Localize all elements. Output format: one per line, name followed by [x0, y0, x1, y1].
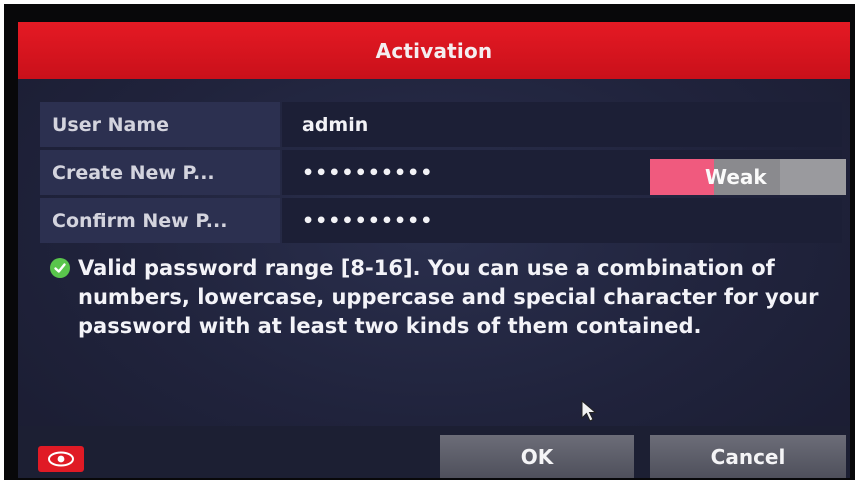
ok-button[interactable]: OK	[440, 435, 634, 478]
cancel-button[interactable]: Cancel	[650, 435, 846, 478]
confirm-password-label: Confirm New P...	[40, 198, 280, 243]
new-password-label: Create New P...	[40, 150, 280, 195]
check-icon	[50, 258, 70, 278]
user-name-row: User Name admin	[40, 102, 842, 147]
confirm-password-field[interactable]: ••••••••••	[282, 198, 842, 243]
dialog-title: Activation	[18, 22, 850, 79]
show-password-button[interactable]	[38, 446, 84, 472]
user-name-label: User Name	[40, 102, 280, 147]
hint-text: Valid password range [8-16]. You can use…	[78, 256, 819, 338]
screen-frame: Activation User Name admin Create New P.…	[4, 4, 855, 480]
strength-segment-strong	[780, 159, 846, 195]
cursor-icon	[581, 399, 599, 428]
strength-label: Weak	[705, 165, 767, 189]
eye-icon	[48, 451, 74, 467]
activation-dialog: Activation User Name admin Create New P.…	[18, 22, 850, 478]
password-hint: Valid password range [8-16]. You can use…	[50, 254, 840, 341]
user-name-field[interactable]: admin	[282, 102, 842, 147]
password-strength-meter: Weak	[650, 159, 846, 195]
confirm-password-row: Confirm New P... ••••••••••	[40, 198, 842, 243]
